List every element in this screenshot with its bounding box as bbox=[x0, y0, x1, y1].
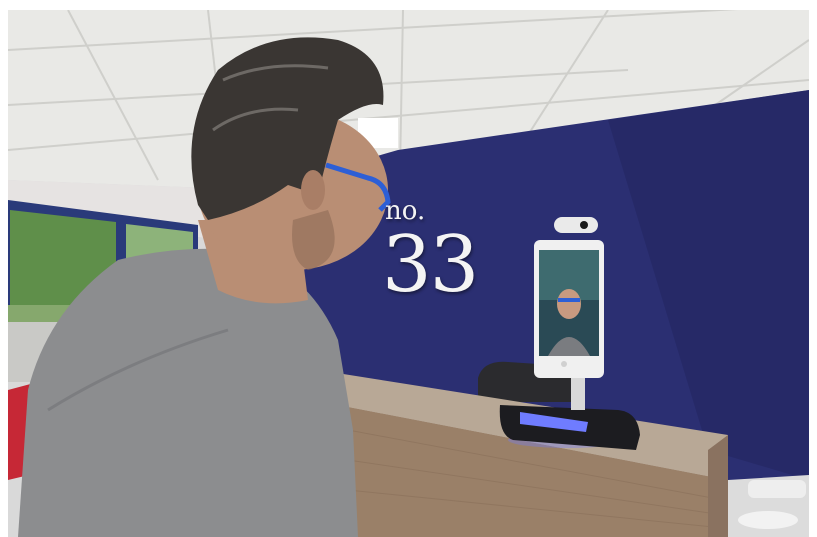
desk-item-right bbox=[738, 511, 798, 529]
kiosk-camera-lens bbox=[580, 221, 588, 229]
kiosk-camera bbox=[554, 217, 598, 233]
kiosk-screen-face bbox=[557, 289, 581, 319]
wall-sign-number: 33 bbox=[382, 220, 479, 310]
kiosk-sensor bbox=[561, 361, 567, 367]
man-ear bbox=[301, 170, 325, 210]
photo: no. 33 bbox=[8, 10, 809, 537]
kiosk-screen-glasses bbox=[558, 298, 580, 302]
phone-right bbox=[748, 480, 806, 498]
desk-side bbox=[708, 435, 728, 537]
image-frame: no. 33 bbox=[0, 0, 817, 537]
